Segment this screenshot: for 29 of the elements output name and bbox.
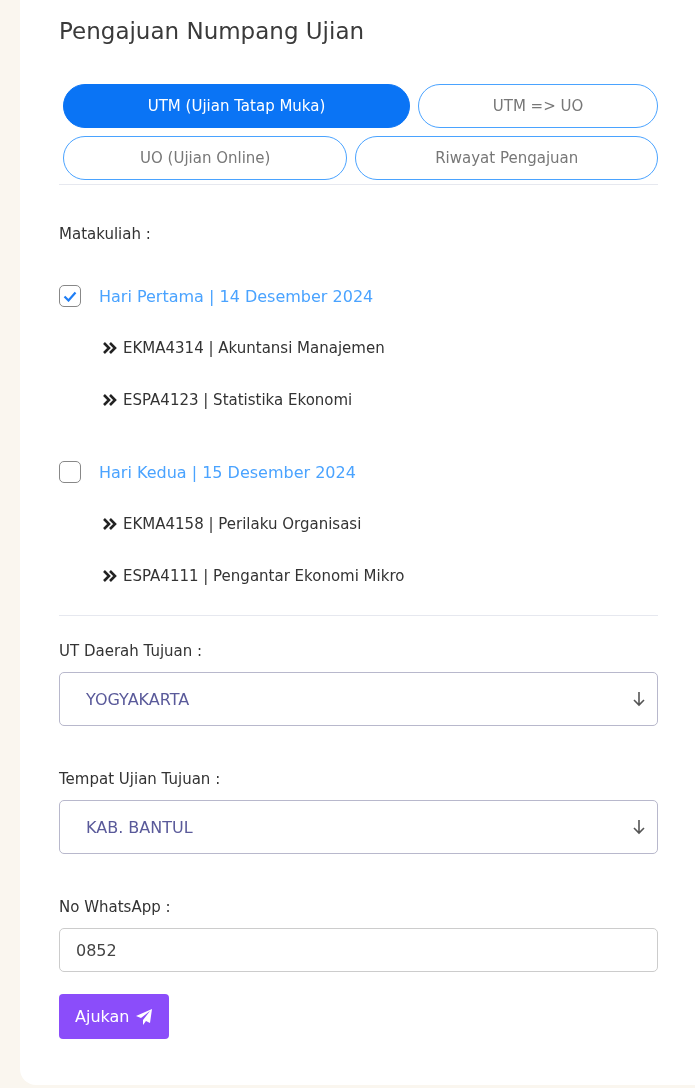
arrow-down-icon [633,691,645,707]
tab[interactable]: UO (Ujian Online) [63,136,348,180]
submit-button[interactable]: Ajukan [59,994,170,1039]
field-label: Matakuliah : [59,225,152,243]
check-icon [63,290,77,302]
field-label: No WhatsApp : [59,898,172,916]
course-item: EKMA4314 | Akuntansi Manajemen [123,339,385,357]
double-chevron-icon [103,394,117,406]
checkbox[interactable] [59,461,81,483]
day-label: Hari Pertama | 14 Desember 2024 [99,286,374,306]
double-chevron-icon [103,342,117,354]
tab[interactable]: UTM => UO [418,84,658,128]
whatsapp-input[interactable]: 0852 [59,928,658,972]
course-item: EKMA4158 | Perilaku Organisasi [123,515,362,533]
double-chevron-icon [103,570,117,582]
field-label: Tempat Ujian Tujuan : [59,770,222,788]
page-title: Pengajuan Numpang Ujian [59,18,366,44]
region-select[interactable]: YOGYAKARTA [59,672,658,726]
course-item: ESPA4123 | Statistika Ekonomi [123,391,353,409]
checkbox[interactable] [59,285,81,307]
tab[interactable]: Riwayat Pengajuan [355,136,658,180]
double-chevron-icon [103,518,117,530]
location-select[interactable]: KAB. BANTUL [59,800,658,854]
send-icon [135,1007,154,1026]
field-label: UT Daerah Tujuan : [59,642,204,660]
course-item: ESPA4111 | Pengantar Ekonomi Mikro [123,567,405,585]
tab[interactable]: UTM (Ujian Tatap Muka) [63,84,411,128]
day-label: Hari Kedua | 15 Desember 2024 [99,462,356,482]
arrow-down-icon [633,819,645,835]
